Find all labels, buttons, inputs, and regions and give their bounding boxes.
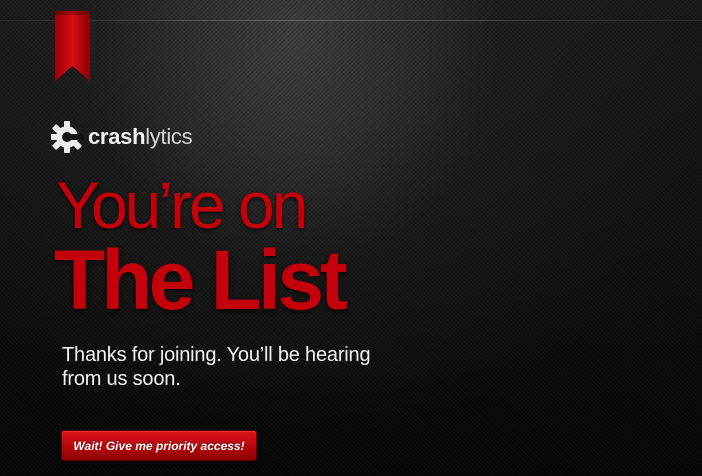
headline-line-1: You’re on: [56, 168, 308, 242]
confirmation-message: Thanks for joining. You’ll be hearing fr…: [62, 344, 371, 390]
top-divider: [0, 20, 702, 21]
priority-access-button[interactable]: Wait! Give me priority access!: [61, 430, 257, 461]
waitlist-confirmation-page: crashlytics You’re on The List Thanks fo…: [0, 0, 702, 476]
brand-name-light: lytics: [145, 124, 193, 149]
gear-c-icon: [51, 121, 84, 153]
brand-name-bold: crash: [88, 124, 146, 149]
bookmark-ribbon-icon: [55, 11, 90, 81]
brand-wordmark: crashlytics: [88, 124, 193, 149]
headline-line-2: The List: [54, 233, 348, 327]
crashlytics-logo: crashlytics: [50, 120, 193, 154]
